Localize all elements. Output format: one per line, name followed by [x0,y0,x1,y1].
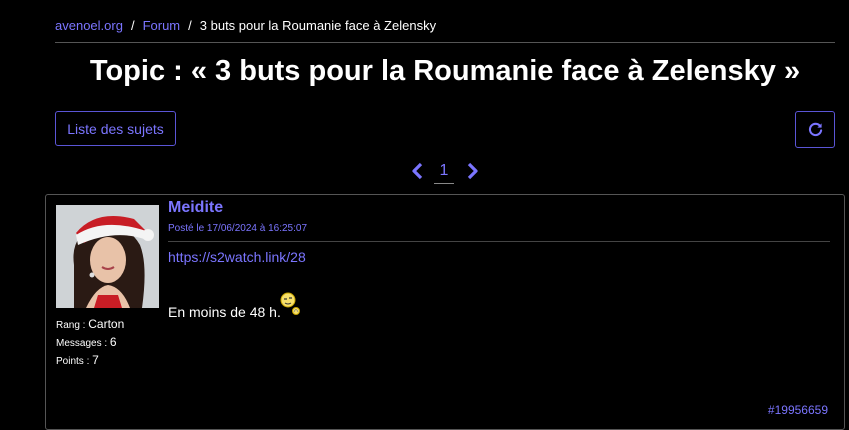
post-permalink[interactable]: #19956659 [768,403,828,417]
post-author[interactable]: Meidite [168,199,223,217]
chevron-right-icon[interactable] [466,162,480,180]
meta-label: Points [56,356,84,367]
meta-label: Messages [56,338,102,349]
page-number-current[interactable]: 1 [434,161,454,184]
pagination: 1 [408,158,488,186]
page-title: Topic : « 3 buts pour la Roumanie face à… [89,55,801,87]
breadcrumb-separator: / [130,18,135,33]
meta-label: Rang [56,320,80,331]
clock-face-icon [280,292,300,315]
post-date: Posté le 17/06/2024 à 16:25:07 [168,223,308,234]
avatar-image [56,205,159,308]
breadcrumb-current: 3 buts pour la Roumanie face à Zelensky [199,18,437,33]
chevron-left-icon[interactable] [410,162,424,180]
refresh-icon [808,122,822,137]
breadcrumb-separator: / [188,18,192,33]
breadcrumb: avenoel.org / Forum / 3 buts pour la Roumani… [55,18,835,34]
post-divider [168,241,830,242]
meta-value: Carton [88,317,125,331]
forum-post: Rang : Carton Messages : 6 Points : 7 Me… [45,194,845,430]
meta-value: 7 [92,353,99,367]
post-text: En moins de 48 h. [168,304,281,320]
user-points: Points : 7 [56,353,99,367]
topic-list-button[interactable]: Liste des sujets [55,111,176,146]
user-messages: Messages : 6 [56,335,117,349]
user-rank: Rang : Carton [56,317,125,331]
post-link[interactable]: https://s2watch.link/28 [168,249,306,265]
header-divider [55,42,835,43]
breadcrumb-forum-link[interactable]: Forum [143,18,181,33]
meta-value: 6 [109,335,117,349]
refresh-button[interactable] [795,111,835,148]
breadcrumb-home-link[interactable]: avenoel.org [55,18,123,33]
avatar[interactable] [56,205,159,308]
